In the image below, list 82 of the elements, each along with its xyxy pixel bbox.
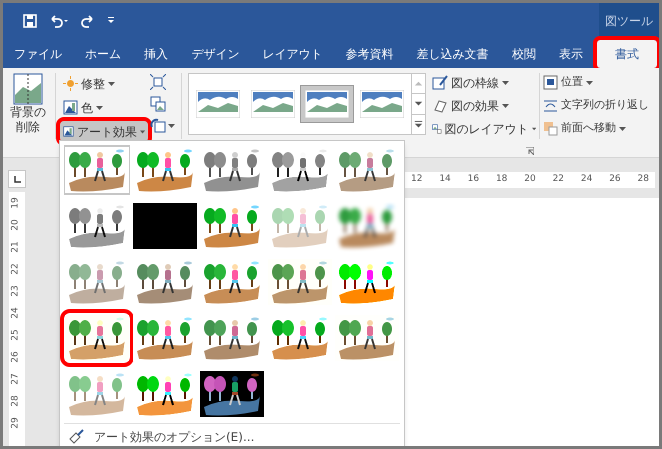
ruler-number: 21 [10,241,22,253]
caret-icon [168,124,175,128]
caret-icon [96,106,103,110]
arrange-menu-button[interactable]: 文字列の折り返し [543,96,653,115]
running-girl-thumbnail-drawing [200,371,264,417]
ribbon-tab[interactable]: ファイル [5,40,71,68]
picture-format-menu-button[interactable]: 図のレイアウト [432,119,536,138]
ribbon-tab[interactable]: レイアウト [253,40,332,68]
arrange-icon [543,98,558,113]
art-effect-option[interactable] [199,369,266,419]
picture-style-option[interactable] [300,85,354,123]
arrange-menu-button[interactable]: 位置 [543,73,653,92]
ruler-number: 22 [10,263,22,275]
ribbon-tab[interactable]: 差し込み文書 [408,40,498,68]
ruler-number: 14 [439,173,451,186]
picture-format-icon [432,74,448,90]
redo-icon[interactable] [81,14,95,28]
ruler-number: 28 [638,173,649,186]
ruler-number: 25 [10,329,22,341]
picture-format-menu-button[interactable]: 図の枠線 [432,73,536,92]
landscape-icon [250,90,295,118]
ruler-number: 22 [552,173,564,186]
running-girl-thumbnail-drawing [132,203,197,249]
caret-icon [502,104,509,108]
tab-stop-selector[interactable] [8,170,26,188]
ribbon-tab[interactable]: 校閲 [502,40,545,68]
art-effects-options-item[interactable]: アート効果のオプション(E)... [60,424,404,446]
ribbon-tab[interactable]: ホーム [76,40,130,68]
ruler-number: 27 [10,373,22,385]
arrange-menu-button[interactable]: 前面へ移動 [543,119,653,138]
remove-background-button[interactable]: 背景の 削除 [5,73,51,135]
ruler-number: 12 [411,173,422,186]
ribbon-tab[interactable]: 書式 [596,40,657,68]
running-girl-thumbnail-drawing [65,315,129,361]
running-girl-thumbnail-drawing [65,147,129,193]
left-tab-icon [14,176,20,182]
reset-picture-icon[interactable] [150,118,166,134]
ribbon-tab[interactable]: デザイン [182,40,248,68]
ruler-number: 20 [10,219,22,231]
art-effect-option[interactable] [132,201,198,251]
ruler-number: 26 [10,351,22,363]
picture-adjust-icon [63,124,74,139]
undo-icon[interactable] [49,14,69,28]
caret-icon [619,126,626,130]
landscape-icon [360,90,404,118]
caret-icon [502,80,509,84]
caret-icon [532,126,536,130]
adjust-menu-button[interactable]: アート効果 [60,121,148,142]
picture-format-menu-button[interactable]: 図の効果 [432,96,536,115]
ruler-number: 19 [10,197,22,209]
caret-icon [586,80,593,84]
context-tab-group-label: 図ツール [599,3,659,38]
ruler-number: 26 [609,173,621,186]
adjust-menu-button[interactable]: 色 [60,97,148,118]
ruler-number: 18 [496,173,508,186]
ruler-number: 24 [580,173,592,186]
ruler-number: 20 [524,173,536,186]
arrange-icon [543,75,558,90]
dialog-launcher-icon[interactable] [526,147,534,155]
ruler-number: 28 [10,395,22,407]
change-picture-icon[interactable] [150,96,166,112]
landscape-icon [305,90,350,118]
remove-background-icon [13,73,43,105]
landscape-icon [196,90,240,118]
ribbon-tab[interactable]: 参考資料 [336,40,403,68]
adjust-menu-button[interactable]: 修整 [60,73,148,94]
ruler-number: 24 [10,307,22,319]
caret-icon [140,130,145,134]
picture-adjust-icon [63,100,78,115]
arrange-icon [543,121,558,136]
ruler-number: 29 [10,417,22,429]
picture-format-icon [432,98,448,114]
ribbon-tab[interactable]: 表示 [550,40,592,68]
ruler-number: 23 [10,285,22,297]
compress-pictures-icon[interactable] [150,74,166,90]
ribbon-tab[interactable]: 挿入 [135,40,178,68]
art-effect-option[interactable] [64,145,130,195]
save-icon[interactable] [23,14,37,28]
picture-adjust-icon [63,76,78,91]
customize-menu-icon[interactable] [107,17,115,24]
ruler-number: 16 [468,173,480,186]
caret-icon [108,82,115,86]
